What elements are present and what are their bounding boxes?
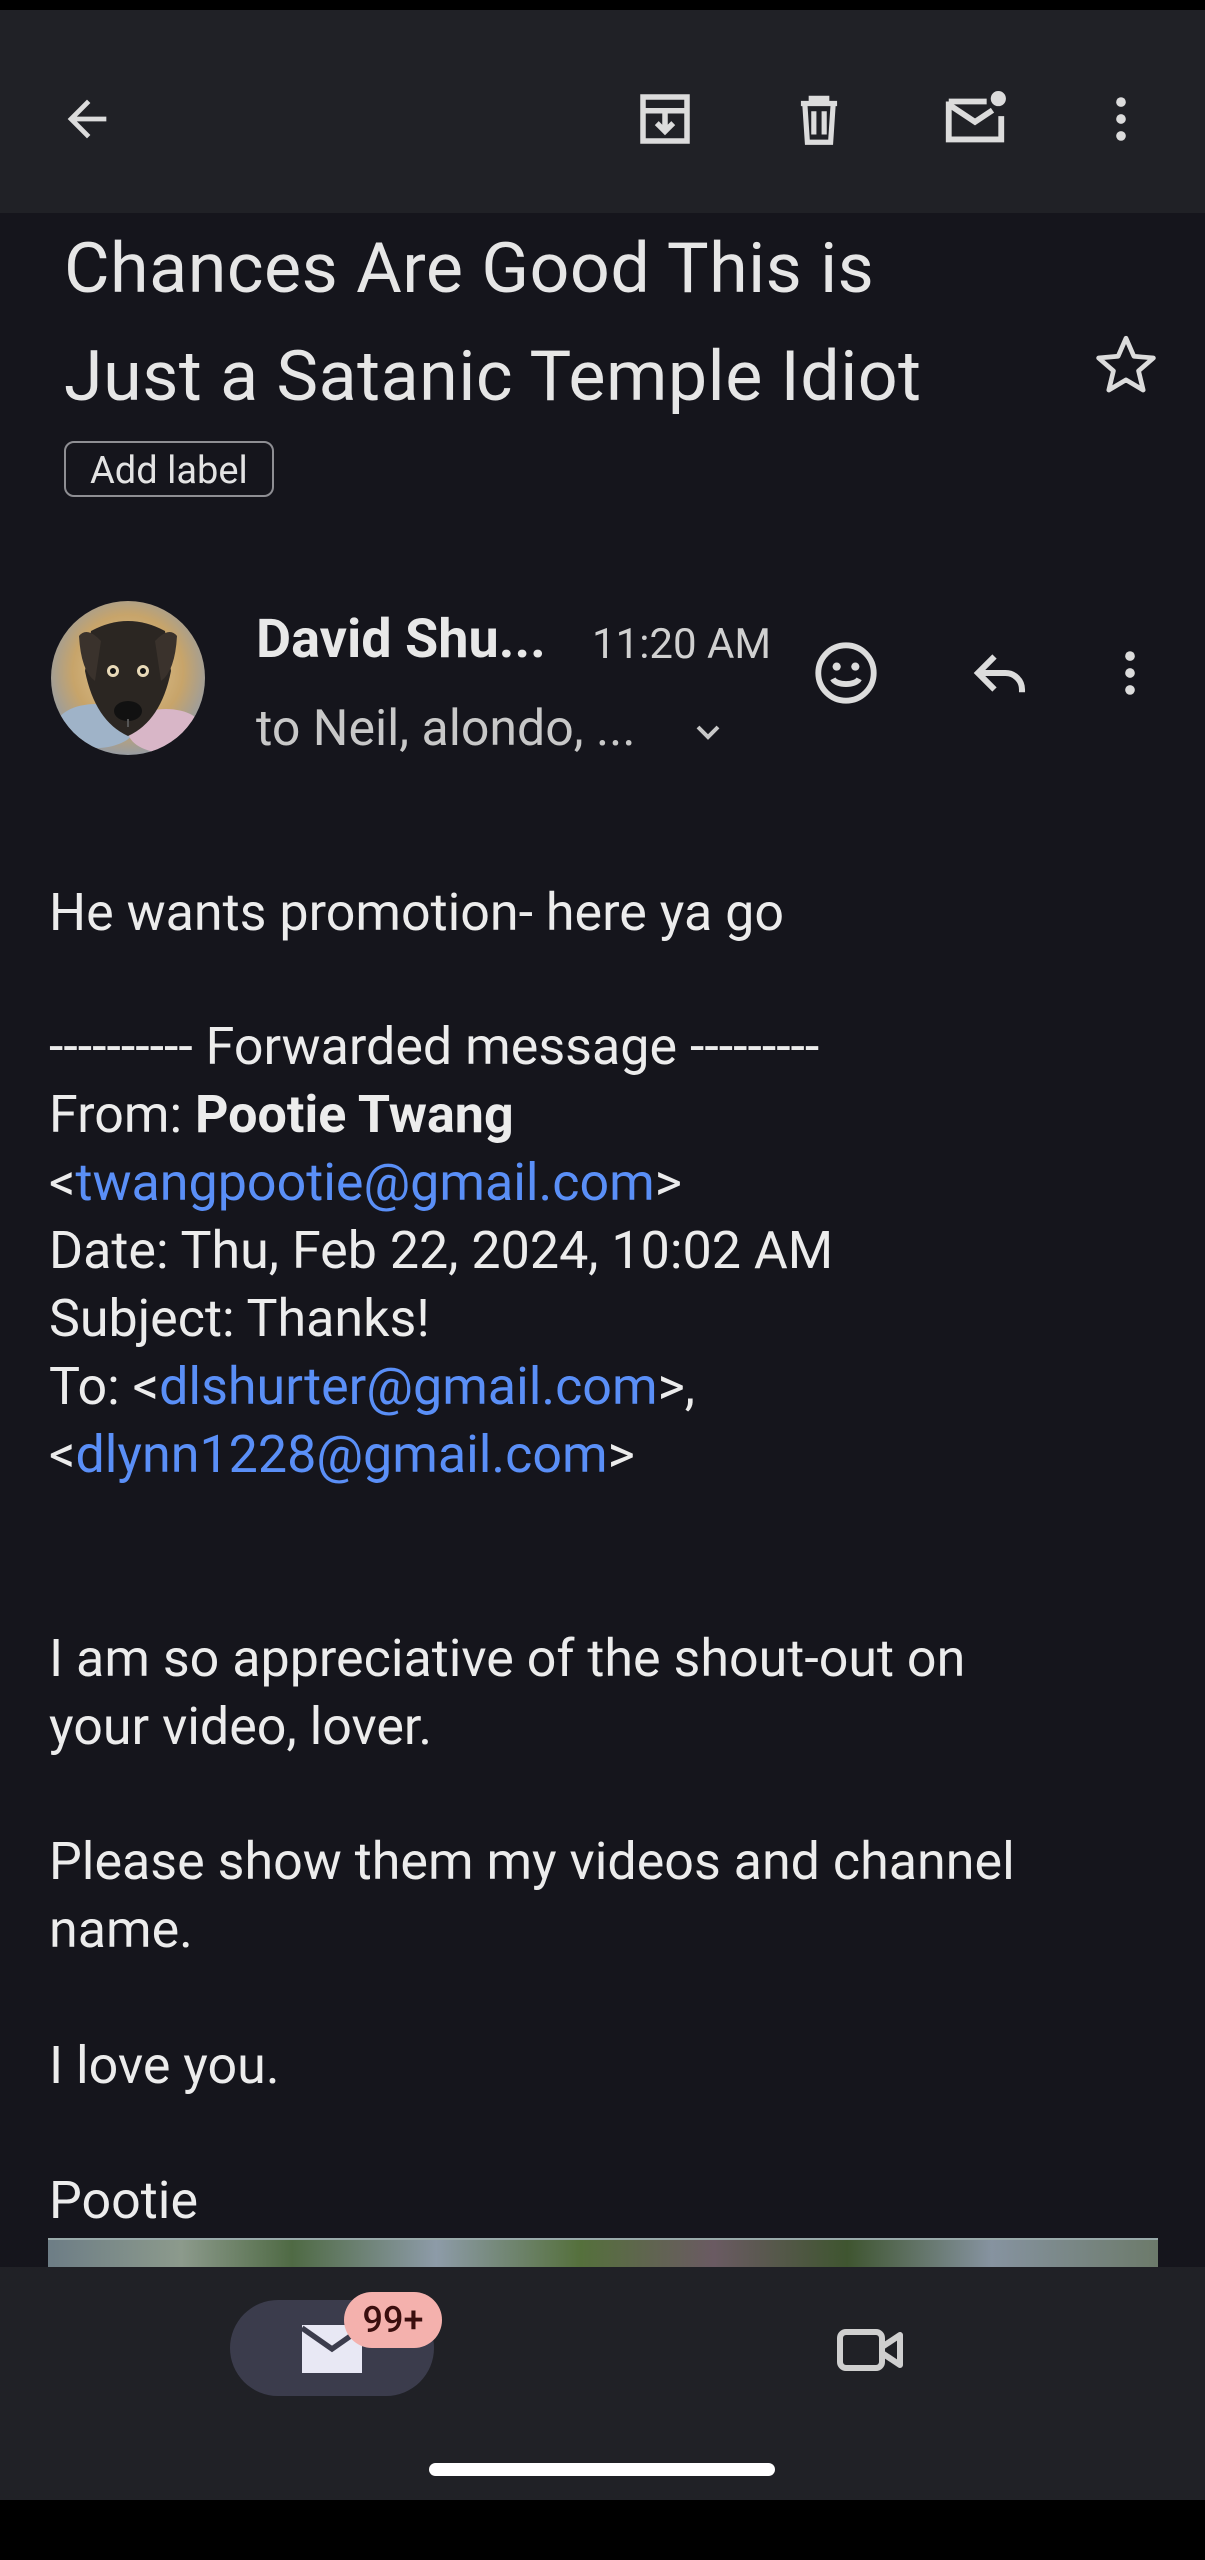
star-button[interactable] (1091, 330, 1161, 400)
from-email-link[interactable]: twangpootie@gmail.com (75, 1152, 654, 1213)
recipients-text: to Neil, alondo, ... (256, 700, 636, 758)
emoji-icon (815, 642, 877, 704)
subject-line-1: Chances Are Good This is (64, 228, 875, 310)
subject-line-2: Just a Satanic Temple Idiot (64, 336, 922, 418)
more-options-button[interactable] (1080, 78, 1162, 160)
add-reaction-button[interactable] (808, 635, 884, 711)
add-label-button[interactable]: Add label (64, 441, 274, 497)
signature: Pootie (49, 2170, 199, 2231)
top-app-bar (0, 10, 1205, 213)
mark-unread-icon (945, 91, 1006, 143)
to-email-link-1[interactable]: dlshurter@gmail.com (159, 1356, 657, 1417)
subject-line: Subject: Thanks! (49, 1288, 430, 1349)
email-subject: Chances Are Good This is Just a Satanic … (64, 215, 1064, 431)
paragraph-3: I love you. (49, 2035, 280, 2096)
star-icon (1096, 335, 1156, 393)
forwarded-header: ---------- Forwarded message --------- (49, 1016, 820, 1077)
recipients-summary[interactable]: to Neil, alondo, ... (256, 700, 728, 758)
to-line: To: <dlshurter@gmail.com>, (49, 1356, 695, 1417)
delete-button[interactable] (778, 78, 860, 160)
gt-symbol-2: > (607, 1424, 635, 1485)
paragraph-2-line-2: name. (49, 1899, 193, 1960)
from-label: From: (49, 1084, 195, 1145)
paragraph-1-line-2: your video, lover. (49, 1696, 433, 1757)
message-more-button[interactable] (1100, 635, 1160, 711)
reply-button[interactable] (960, 635, 1040, 711)
more-vert-icon (1125, 651, 1135, 695)
back-button[interactable] (46, 78, 128, 160)
nav-meet-tab[interactable] (830, 2312, 910, 2388)
from-email-line: <twangpootie@gmail.com> (49, 1152, 682, 1213)
gt-symbol: > (654, 1152, 682, 1213)
to-line-2: <dlynn1228@gmail.com> (49, 1424, 635, 1485)
home-indicator[interactable] (429, 2463, 775, 2476)
paragraph-2-line-1: Please show them my videos and channel (49, 1831, 1015, 1892)
to-email-link-2[interactable]: dlynn1228@gmail.com (75, 1424, 607, 1485)
date-line: Date: Thu, Feb 22, 2024, 10:02 AM (49, 1220, 834, 1281)
unread-count-badge: 99+ (344, 2292, 442, 2348)
mark-unread-button[interactable] (932, 76, 1018, 162)
video-camera-icon (837, 2329, 903, 2371)
gt-comma-symbol: >, (657, 1356, 695, 1417)
sender-name[interactable]: David Shu... (256, 608, 546, 671)
lt-symbol-2: < (49, 1424, 76, 1485)
trash-icon (800, 95, 838, 145)
chevron-down-icon (696, 725, 720, 740)
from-line: From: Pootie Twang (49, 1084, 514, 1145)
more-vert-icon (1116, 97, 1126, 141)
archive-button[interactable] (624, 78, 706, 160)
email-time: 11:20 AM (592, 620, 772, 669)
paragraph-1-line-1: I am so appreciative of the shout-out on (49, 1628, 966, 1689)
to-prefix: To: < (49, 1356, 160, 1417)
from-name: Pootie Twang (194, 1084, 514, 1145)
reply-icon (973, 654, 1026, 693)
archive-icon (640, 94, 690, 144)
email-screen: Chances Are Good This is Just a Satanic … (0, 10, 1205, 2500)
arrow-back-icon (67, 99, 107, 139)
sender-avatar[interactable] (51, 601, 205, 755)
body-intro: He wants promotion- here ya go (49, 882, 785, 943)
lt-symbol: < (49, 1152, 76, 1213)
